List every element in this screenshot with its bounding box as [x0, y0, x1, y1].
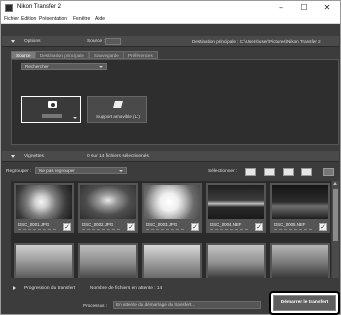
thumbnail-name: DSC_0003.JPG — [146, 222, 178, 227]
search-dropdown[interactable]: Rechercher — [21, 63, 107, 70]
thumbnail-item[interactable] — [206, 243, 266, 278]
thumbnail-item[interactable]: DSC_0001.JPG ✓ — [14, 183, 74, 233]
thumbnail-item[interactable] — [14, 243, 74, 278]
maximize-button[interactable]: ☐ — [294, 2, 314, 14]
destination-path: Destination principale : C:\Users\user\P… — [192, 39, 321, 44]
thumbnail-item[interactable] — [78, 243, 138, 278]
thumbnail-name: DSC_0002.JPG — [82, 222, 114, 227]
thumbnail-image — [144, 245, 200, 278]
tab-source[interactable]: Source — [11, 51, 36, 59]
checkbox-checked-icon[interactable]: ✓ — [191, 223, 199, 231]
group-dropdown[interactable]: Ne pas regrouper — [35, 167, 127, 174]
queue-count: Nombre de fichiers en attente : 14 — [90, 286, 163, 291]
selection-count: 0 sur 14 fichiers sélectionnés — [87, 154, 149, 159]
chevron-down-icon — [119, 170, 123, 172]
checkbox-checked-icon[interactable]: ✓ — [255, 223, 263, 231]
thumbnail-scrollbar[interactable] — [332, 181, 339, 278]
close-button[interactable]: ✕ — [317, 2, 337, 14]
removable-drive-icon — [113, 101, 123, 108]
thumbnail-name: DSC_0005.NEF — [274, 222, 306, 227]
checkbox-checked-icon[interactable]: ✓ — [319, 223, 327, 231]
thumbnail-image — [16, 245, 72, 278]
tab-destination[interactable]: Destination principale — [35, 51, 89, 59]
options-label: Options — [24, 39, 41, 44]
thumbnail-name: DSC_0004.NEF — [210, 222, 242, 227]
device-removable-drive[interactable]: Support amovible (L:) — [87, 96, 147, 123]
menu-edition[interactable]: Edition — [21, 16, 36, 22]
select-range-icon[interactable] — [264, 168, 275, 176]
thumbnail-image — [144, 185, 200, 219]
start-transfer-highlight: Démarrer le transfert — [269, 291, 340, 315]
app-icon — [5, 4, 13, 12]
process-status: En attente du démarrage du transfert... — [113, 301, 261, 309]
thumbnail-item[interactable]: DSC_0002.JPG ✓ — [78, 183, 138, 233]
thumbnail-name: DSC_0001.JPG — [18, 222, 50, 227]
menu-fenetre[interactable]: Fenêtre — [73, 16, 90, 22]
title-bar: Nikon Transfer 2 – ☐ ✕ — [1, 1, 340, 15]
scroll-up-icon[interactable] — [333, 182, 337, 185]
thumbnail-item[interactable]: DSC_0003.JPG ✓ — [142, 183, 202, 233]
menu-presentation[interactable]: Présentation — [39, 16, 67, 22]
collapse-icon — [11, 40, 15, 43]
menu-aide[interactable]: Aide — [95, 16, 105, 22]
thumbnails-header[interactable]: Vignettes 0 sur 14 fichiers sélectionnés — [2, 151, 339, 162]
source-label: Source : — [87, 39, 105, 44]
thumbnail-item[interactable]: DSC_0005.NEF ✓ — [270, 183, 330, 233]
menu-bar: Fichier Edition Présentation Fenêtre Aid… — [1, 15, 340, 24]
view-options-icon[interactable] — [323, 168, 334, 176]
chevron-down-icon — [99, 66, 103, 68]
thumbnail-image — [80, 185, 136, 219]
select-label: Sélectionner : — [208, 169, 238, 174]
source-panel: Rechercher Support amovible (L:) — [11, 59, 339, 145]
scroll-thumb[interactable] — [333, 189, 338, 241]
app-window: Nikon Transfer 2 – ☐ ✕ Fichier Edition P… — [0, 0, 341, 315]
select-filter-icon[interactable] — [283, 168, 294, 176]
thumbnail-image — [16, 185, 72, 219]
checkbox-checked-icon[interactable]: ✓ — [127, 223, 135, 231]
thumbnail-image — [272, 185, 328, 219]
camera-icon — [48, 101, 57, 108]
thumbnail-item[interactable]: DSC_0004.NEF ✓ — [206, 183, 266, 233]
checkbox-checked-icon[interactable]: ✓ — [63, 223, 71, 231]
chevron-down-icon — [73, 117, 77, 119]
group-label: Regrouper : — [6, 169, 32, 174]
expand-icon — [13, 286, 16, 290]
tab-preferences[interactable]: Préférences — [123, 51, 158, 59]
collapse-icon — [11, 155, 15, 158]
device-camera[interactable] — [21, 96, 81, 123]
thumbnail-image — [272, 245, 328, 278]
search-dropdown-label: Rechercher — [25, 64, 49, 69]
options-header[interactable]: Options Source : Destination principale … — [2, 36, 339, 47]
thumbnail-grid: DSC_0001.JPG ✓ DSC_0002.JPG ✓ DSC_0003.J… — [11, 181, 331, 278]
thumbnail-item[interactable] — [142, 243, 202, 278]
select-none-icon[interactable] — [301, 168, 312, 176]
source-indicator — [105, 38, 121, 45]
device-removable-label: Support amovible (L:) — [96, 114, 140, 119]
select-all-icon[interactable] — [245, 168, 256, 176]
minimize-button[interactable]: – — [271, 2, 291, 14]
group-dropdown-value: Ne pas regrouper — [39, 168, 75, 173]
thumbnail-image — [80, 245, 136, 278]
options-tabs: Source Destination principale Sauvegarde… — [11, 51, 339, 59]
process-label: Processus : — [83, 303, 107, 308]
transfer-label: Progression du transfert — [24, 286, 76, 291]
start-transfer-button[interactable]: Démarrer le transfert — [273, 295, 336, 311]
thumbnail-image — [208, 245, 264, 278]
device-camera-label — [42, 114, 62, 118]
thumbnail-item[interactable] — [270, 243, 330, 278]
menu-fichier[interactable]: Fichier — [4, 16, 19, 22]
thumbnails-label: Vignettes — [24, 154, 44, 159]
thumbnail-image — [208, 185, 264, 219]
window-title: Nikon Transfer 2 — [17, 4, 62, 10]
tab-backup[interactable]: Sauvegarde — [89, 51, 124, 59]
